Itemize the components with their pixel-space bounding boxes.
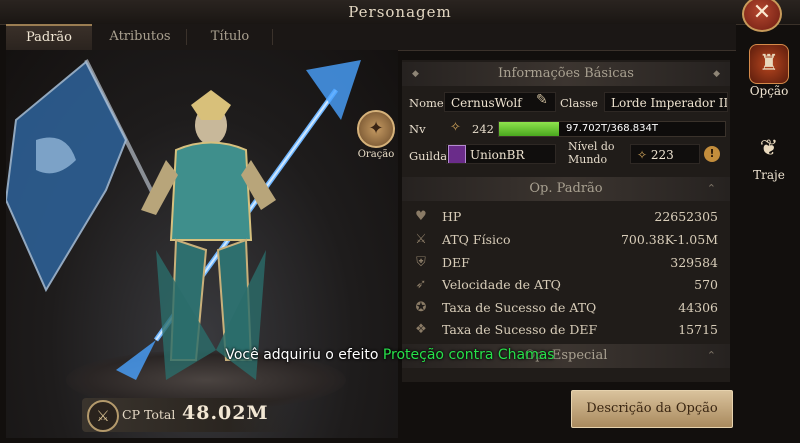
stat-value: 22652305 xyxy=(654,209,718,224)
cp-value: 48.02M xyxy=(182,402,269,424)
prayer-icon: ✦ xyxy=(357,110,395,148)
helmet-icon: ♜ xyxy=(749,44,789,84)
side-label-traje: Traje xyxy=(753,168,785,182)
window-title: Personagem xyxy=(348,3,452,21)
stat-value: 44306 xyxy=(678,300,718,315)
nivel-mundo-label-1: Nível do xyxy=(568,140,615,153)
info-panel: ◆ Informações Básicas ◆ Nome CernusWolf … xyxy=(402,60,730,382)
diamond-icon: ◆ xyxy=(713,69,720,79)
stat-name: Velocidade de ATQ xyxy=(442,277,561,292)
stat-name: HP xyxy=(442,209,462,224)
name-value: CernusWolf xyxy=(451,96,522,110)
stat-row: ❖ Taxa de Sucesso de DEF 15715 xyxy=(410,319,726,341)
close-icon: ✕ xyxy=(752,0,772,25)
tab-titulo[interactable]: Título xyxy=(188,24,272,50)
stat-value: 15715 xyxy=(678,322,718,337)
defense-icon: ⛨ xyxy=(416,255,426,270)
hp-icon: ♥ xyxy=(415,209,427,224)
nv-label: Nv xyxy=(409,122,426,136)
nome-label: Nome xyxy=(409,96,444,110)
class-value: Lorde Imperador III (INT) xyxy=(611,96,728,110)
character-scene[interactable]: ✦ Oração xyxy=(6,50,398,438)
stat-row: ➶ Velocidade de ATQ 570 xyxy=(410,274,726,296)
guild-emblem-icon xyxy=(448,145,466,163)
guild-value: UnionBR xyxy=(470,148,525,162)
world-level-info-icon[interactable]: ! xyxy=(704,146,720,162)
world-level-field: ✧ 223 xyxy=(630,144,700,164)
top-bar: Personagem xyxy=(0,0,800,25)
stat-name: ATQ Físico xyxy=(442,232,511,247)
cp-total: ⚔ CP Total 48.02M xyxy=(82,398,292,432)
stat-row: ⛨ DEF 329584 xyxy=(410,252,726,274)
class-field: Lorde Imperador III (INT) xyxy=(604,92,728,112)
stat-value: 570 xyxy=(694,277,718,292)
oracao-label: Oração xyxy=(357,149,395,160)
costume-icon: ❦ xyxy=(759,136,779,161)
basic-info-title: Informações Básicas xyxy=(498,66,634,81)
toast-highlight: Proteção contra Chamas xyxy=(382,347,555,363)
edit-name-icon[interactable]: ✎ xyxy=(536,92,548,108)
option-description-button[interactable]: Descrição da Opção xyxy=(571,390,733,428)
tab-divider xyxy=(272,29,273,45)
basic-info-header: ◆ Informações Básicas ◆ xyxy=(402,62,730,86)
chevron-up-icon: ⌃ xyxy=(706,349,716,362)
tab-padrao[interactable]: Padrão xyxy=(6,24,92,50)
level-icon: ✧ xyxy=(450,120,461,135)
nivel-mundo-label-2: Mundo xyxy=(568,153,608,166)
exp-bar: 97.702T/368.834T xyxy=(498,121,726,137)
oracao-button[interactable]: ✦ Oração xyxy=(351,110,398,160)
evasion-icon: ❖ xyxy=(415,322,427,337)
attack-icon: ⚔ xyxy=(415,232,427,247)
level-value: 242 xyxy=(472,122,494,136)
tab-divider xyxy=(186,29,187,45)
classe-label: Classe xyxy=(560,96,598,110)
side-button-opcao[interactable]: ♜ Opção xyxy=(742,44,796,98)
stat-row: ⚔ ATQ Físico 700.38K-1.05M xyxy=(410,229,726,251)
side-label-opcao: Opção xyxy=(749,84,789,98)
op-padrao-header[interactable]: Op. Padrão ⌃ xyxy=(402,177,730,201)
effect-toast: Você adquiriu o efeito Proteção contra C… xyxy=(130,347,650,363)
stat-value: 700.38K-1.05M xyxy=(620,232,718,247)
stat-row: ✪ Taxa de Sucesso de ATQ 44306 xyxy=(410,297,726,319)
guilda-label: Guilda xyxy=(409,149,448,163)
diamond-icon: ◆ xyxy=(412,69,419,79)
cp-label: CP Total xyxy=(122,407,176,422)
stat-row: ♥ HP 22652305 xyxy=(410,206,726,228)
cp-icon: ⚔ xyxy=(87,400,119,432)
world-level-value: 223 xyxy=(650,148,674,162)
character-model xyxy=(6,59,361,380)
world-level-icon: ✧ xyxy=(637,148,648,162)
close-button[interactable]: ✕ xyxy=(742,0,782,32)
tab-bar: Padrão Atributos Título xyxy=(6,24,736,51)
guild-field[interactable]: UnionBR xyxy=(446,144,556,164)
stat-name: Taxa de Sucesso de DEF xyxy=(442,322,598,337)
chevron-up-icon: ⌃ xyxy=(706,182,716,195)
toast-prefix: Você adquiriu o efeito xyxy=(225,347,383,363)
stat-name: Taxa de Sucesso de ATQ xyxy=(442,300,597,315)
hit-rate-icon: ✪ xyxy=(415,300,427,315)
tab-atributos[interactable]: Atributos xyxy=(94,24,186,50)
attack-speed-icon: ➶ xyxy=(415,277,427,292)
op-padrao-title: Op. Padrão xyxy=(529,181,603,196)
side-button-traje[interactable]: ❦ Traje xyxy=(742,130,796,182)
stat-name: DEF xyxy=(442,255,470,270)
exp-text: 97.702T/368.834T xyxy=(566,123,658,134)
stat-value: 329584 xyxy=(670,255,718,270)
